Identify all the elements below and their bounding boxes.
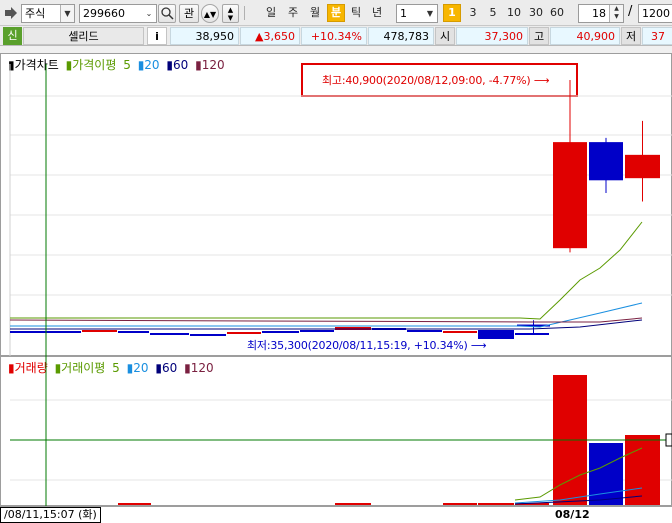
volume-bar-small: [335, 503, 371, 505]
volume-bar-small: [478, 503, 514, 505]
volume-bar: [625, 435, 660, 505]
candle-body-flat: [150, 333, 189, 335]
candle-body: [625, 154, 660, 179]
chart-canvas: [9, 64, 672, 506]
candle-body-flat: [478, 330, 514, 339]
volume-bar: [589, 443, 623, 505]
volume-bar-small: [443, 503, 477, 505]
candle-body-flat: [227, 332, 261, 334]
volume-bar-small: [118, 503, 151, 505]
crosshair-value-tag: [665, 433, 672, 447]
crosshair-time-label: /08/11,15:07 (화): [0, 507, 101, 523]
ma5-line: [10, 221, 643, 320]
candle-body-flat: [82, 330, 117, 332]
candle-body-flat: [262, 331, 299, 333]
candle-body-flat: [190, 334, 226, 336]
candle-body-flat: [118, 331, 149, 333]
candle-body-flat: [407, 330, 442, 332]
ma20-line: [10, 302, 643, 328]
candle-body-flat: [515, 333, 549, 335]
ma120-line: [9, 317, 643, 323]
candle-body: [553, 142, 587, 249]
candle-body-flat: [300, 330, 334, 332]
candle-body: [589, 142, 623, 181]
candle-body-flat: [443, 331, 477, 333]
x-axis-date-label: 08/12: [555, 508, 590, 521]
